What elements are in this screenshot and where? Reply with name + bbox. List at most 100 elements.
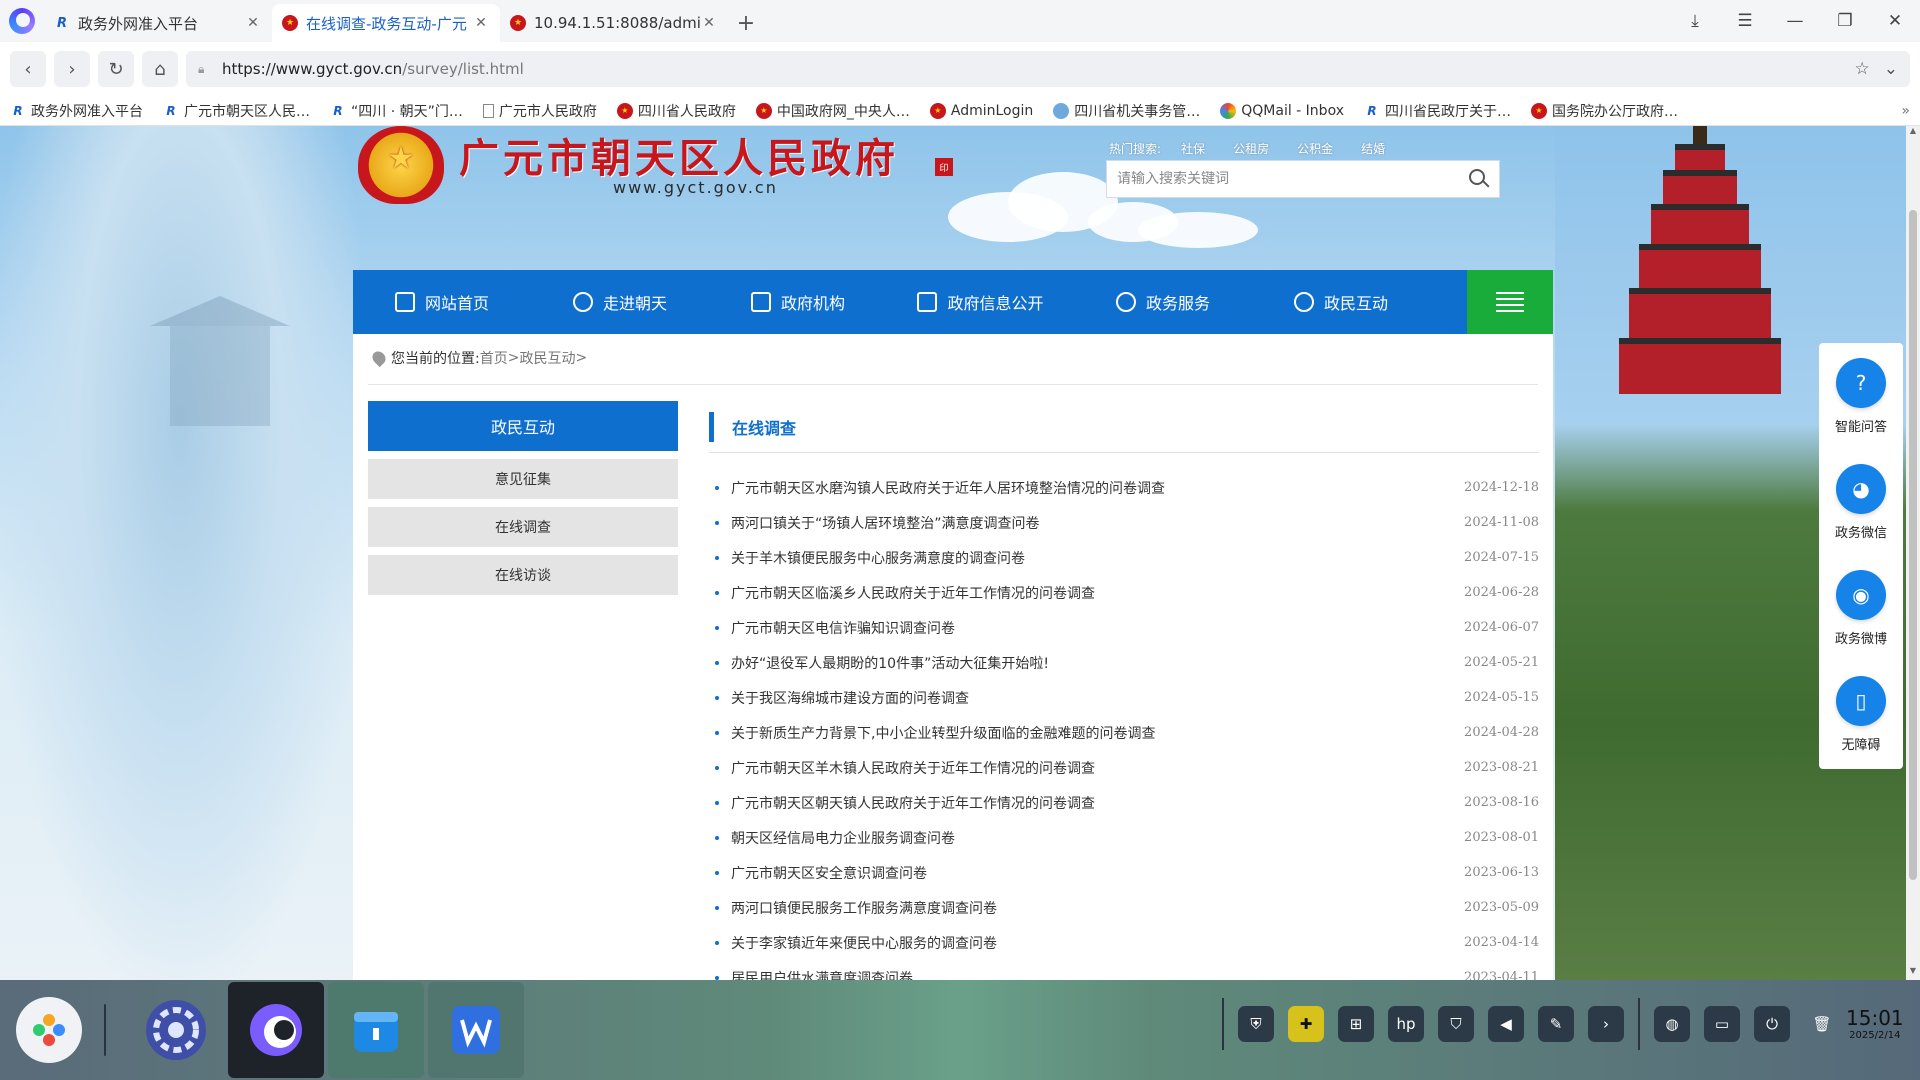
- list-item[interactable]: 广元市朝天区羊木镇人民政府关于近年工作情况的问卷调查 2023-08-21: [709, 750, 1539, 785]
- input-method-icon[interactable]: ⊞: [1338, 1006, 1374, 1042]
- float-item-accessibility[interactable]: ▯ 无障碍: [1819, 661, 1903, 767]
- wps-writer-app-icon[interactable]: [428, 982, 524, 1078]
- plus-app-icon[interactable]: ✚: [1288, 1006, 1324, 1042]
- tab-online-survey[interactable]: ★ 在线调查-政务互动-广元 ✕: [272, 4, 500, 42]
- nav-menu-button[interactable]: [1467, 270, 1553, 334]
- list-item[interactable]: 两河口镇关于“场镇人居环境整治”满意度调查问卷 2024-11-08: [709, 505, 1539, 540]
- list-item[interactable]: 广元市朝天区电信诈骗知识调查问卷 2024-06-07: [709, 610, 1539, 645]
- search-icon[interactable]: [1461, 161, 1499, 197]
- list-item[interactable]: 广元市朝天区临溪乡人民政府关于近年工作情况的问卷调查 2024-06-28: [709, 575, 1539, 610]
- float-item-wechat[interactable]: ◕ 政务微信: [1819, 449, 1903, 555]
- reload-icon: ↻: [108, 58, 124, 80]
- nav-home[interactable]: 网站首页: [353, 270, 531, 334]
- bookmarks-bar: R政务外网准入平台 R广元市朝天区人民… R“四川 · 朝天”门… d广元市人民…: [0, 96, 1920, 126]
- keyboard-icon[interactable]: ▭: [1704, 1006, 1740, 1042]
- nav-info-disclosure[interactable]: 政府信息公开: [887, 270, 1074, 334]
- chevron-right-icon[interactable]: ›: [1588, 1006, 1624, 1042]
- shield-icon[interactable]: ⛨: [1238, 1006, 1274, 1042]
- hot-term[interactable]: 结婚: [1361, 140, 1385, 157]
- bookmark-item[interactable]: ★ 国务院办公厅政府…: [1531, 101, 1678, 121]
- list-item[interactable]: 朝天区经信局电力企业服务调查问卷 2023-08-01: [709, 820, 1539, 855]
- hp-icon[interactable]: hp: [1388, 1006, 1424, 1042]
- security-icon[interactable]: ⛉: [1438, 1006, 1474, 1042]
- list-item[interactable]: 关于新质生产力背景下,中小企业转型升级面临的金融难题的问卷调查 2024-04-2…: [709, 715, 1539, 750]
- hot-term[interactable]: 公积金: [1297, 140, 1333, 157]
- new-tab-button[interactable]: +: [728, 4, 764, 42]
- sidebar-item-interview[interactable]: 在线访谈: [368, 555, 678, 595]
- site-name: 广元市朝天区人民政府: [459, 135, 899, 182]
- list-item[interactable]: 关于羊木镇便民服务中心服务满意度的调查问卷 2024-07-15: [709, 540, 1539, 575]
- tablet-icon: ▯: [1836, 675, 1886, 726]
- nav-services[interactable]: 政务服务: [1074, 270, 1252, 334]
- list-item[interactable]: 关于我区海绵城市建设方面的问卷调查 2024-05-15: [709, 680, 1539, 715]
- breadcrumb-section[interactable]: 政民互动: [519, 348, 575, 368]
- star-icon[interactable]: ☆: [1855, 59, 1870, 79]
- chevron-right-icon: ›: [68, 58, 76, 80]
- list-item[interactable]: 两河口镇便民服务工作服务满意度调查问卷 2023-05-09: [709, 890, 1539, 925]
- sidebar-item-opinions[interactable]: 意见征集: [368, 459, 678, 499]
- nav-agencies[interactable]: 政府机构: [709, 270, 887, 334]
- power-icon[interactable]: ⏻: [1754, 1006, 1790, 1042]
- close-icon[interactable]: ✕: [700, 15, 718, 31]
- bookmark-item[interactable]: ★ 四川省人民政府: [616, 101, 736, 121]
- bookmark-item[interactable]: R 政务外网准入平台: [10, 101, 143, 121]
- list-item[interactable]: 关于李家镇近年来便民中心服务的调查问卷 2023-04-14: [709, 925, 1539, 960]
- launcher-icon[interactable]: [16, 997, 82, 1063]
- breadcrumb-home[interactable]: 首页: [480, 348, 508, 368]
- home-button[interactable]: ⌂: [142, 51, 178, 87]
- bookmark-item[interactable]: ★ 中国政府网_中央人…: [755, 101, 910, 121]
- bookmark-item[interactable]: R 广元市朝天区人民…: [163, 101, 310, 121]
- settings-app-icon[interactable]: [128, 982, 224, 1078]
- tab-admin[interactable]: ★ 10.94.1.51:8088/admin ✕: [500, 4, 728, 42]
- bookmark-item[interactable]: QQMail - Inbox: [1220, 102, 1344, 119]
- file-manager-app-icon[interactable]: [328, 982, 424, 1078]
- menu-icon[interactable]: ☰: [1720, 11, 1770, 31]
- content-card: 您当前的位置: 首页 > 政民互动 > 政民互动 意见征集 在线调查 在线访谈 …: [353, 334, 1553, 980]
- tab-access-platform[interactable]: R 政务外网准入平台 ✕: [44, 4, 272, 42]
- scrollbar-thumb[interactable]: [1909, 210, 1917, 880]
- chevron-down-icon[interactable]: ⌄: [1884, 59, 1898, 79]
- pen-icon[interactable]: ✎: [1538, 1006, 1574, 1042]
- scroll-up-icon[interactable]: ▲: [1906, 126, 1920, 140]
- bookmark-item[interactable]: d广元市人民政府: [482, 101, 597, 121]
- reload-button[interactable]: ↻: [98, 51, 134, 87]
- close-icon[interactable]: ✕: [244, 15, 262, 31]
- float-item-qa[interactable]: ? 智能问答: [1819, 343, 1903, 449]
- bookmark-item[interactable]: R “四川 · 朝天”门…: [330, 101, 462, 121]
- lock-icon: 🔒︎: [198, 62, 205, 76]
- clock[interactable]: 15:01 2025/2/14: [1846, 1006, 1904, 1041]
- page-viewport: ★ 广元市朝天区人民政府 印 www.gyct.gov.cn 热门搜索: 社保 …: [0, 126, 1920, 980]
- bookmarks-more-icon[interactable]: »: [1901, 103, 1910, 119]
- scroll-down-icon[interactable]: ▼: [1906, 966, 1920, 980]
- trash-icon[interactable]: 🗑︎: [1804, 1006, 1840, 1042]
- volume-icon[interactable]: ◀︎: [1488, 1006, 1524, 1042]
- sidebar-item-survey[interactable]: 在线调查: [368, 507, 678, 547]
- list-item[interactable]: 广元市朝天区朝天镇人民政府关于近年工作情况的问卷调查 2023-08-16: [709, 785, 1539, 820]
- network-icon[interactable]: ◍: [1654, 1006, 1690, 1042]
- page-scrollbar[interactable]: ▲ ▼: [1906, 126, 1920, 980]
- browser-app-icon[interactable]: [228, 982, 324, 1078]
- list-item[interactable]: 广元市朝天区水磨沟镇人民政府关于近年人居环境整治情况的问卷调查 2024-12-1…: [709, 470, 1539, 505]
- float-item-weibo[interactable]: ◉ 政务微博: [1819, 555, 1903, 661]
- url-field[interactable]: 🔒︎ https://www.gyct.gov.cn /survey/list.…: [186, 51, 1910, 87]
- back-button[interactable]: ‹: [10, 51, 46, 87]
- list-item[interactable]: 居民用户供水满意度调查问卷 2023-04-11: [709, 960, 1539, 980]
- restore-icon[interactable]: ❐: [1820, 11, 1870, 31]
- search-input[interactable]: [1117, 171, 1461, 187]
- download-icon[interactable]: ⤓: [1670, 11, 1720, 31]
- nav-about[interactable]: 走进朝天: [531, 270, 709, 334]
- bookmark-item[interactable]: 四川省机关事务管…: [1053, 101, 1200, 121]
- close-icon[interactable]: ✕: [472, 15, 490, 31]
- browser-logo-icon[interactable]: [0, 0, 44, 42]
- minimize-icon[interactable]: —: [1770, 11, 1820, 31]
- list-item[interactable]: 办好“退役军人最期盼的10件事”活动大征集开始啦! 2024-05-21: [709, 645, 1539, 680]
- bookmark-item[interactable]: ★ AdminLogin: [929, 102, 1033, 119]
- address-toolbar: ‹ › ↻ ⌂ 🔒︎ https://www.gyct.gov.cn /surv…: [0, 42, 1920, 96]
- hot-term[interactable]: 社保: [1181, 140, 1205, 157]
- close-window-icon[interactable]: ✕: [1870, 11, 1920, 31]
- hot-term[interactable]: 公租房: [1233, 140, 1269, 157]
- list-item[interactable]: 广元市朝天区安全意识调查问卷 2023-06-13: [709, 855, 1539, 890]
- nav-interaction[interactable]: 政民互动: [1252, 270, 1430, 334]
- bookmark-item[interactable]: R 四川省民政厅关于…: [1364, 101, 1511, 121]
- forward-button[interactable]: ›: [54, 51, 90, 87]
